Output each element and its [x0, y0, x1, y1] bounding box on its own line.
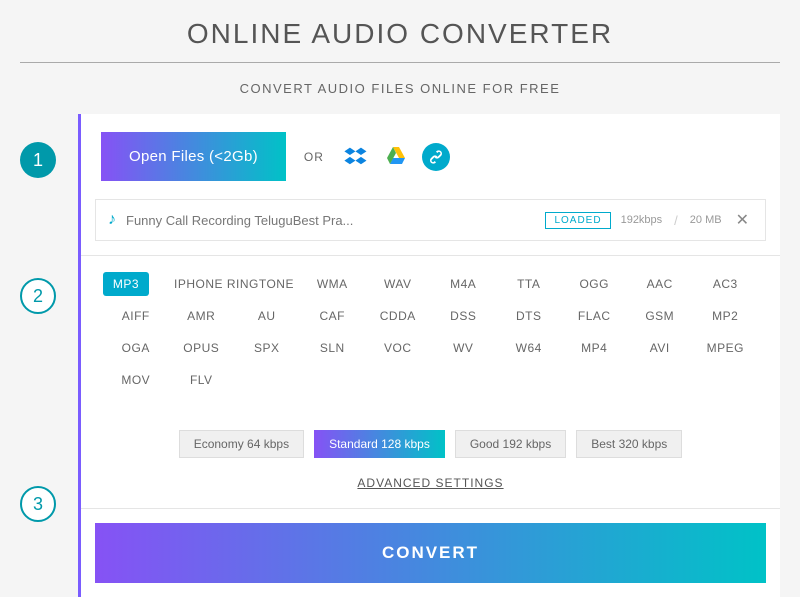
- step-2-section: MP3 IPHONE RINGTONEWMAWAVM4ATTAOGGAACAC3 A…: [81, 256, 780, 509]
- format-option[interactable]: FLAC: [562, 304, 628, 328]
- format-option[interactable]: SLN: [300, 336, 366, 360]
- remove-file-button[interactable]: ✕: [732, 210, 753, 230]
- convert-button[interactable]: CONVERT: [95, 523, 766, 583]
- step-numbers-column: 1 2 3: [20, 114, 68, 597]
- google-drive-icon[interactable]: [382, 143, 410, 171]
- step-3-section: CONVERT: [81, 509, 780, 597]
- advanced-settings-link[interactable]: ADVANCED SETTINGS: [103, 476, 758, 490]
- format-option[interactable]: OGA: [103, 336, 169, 360]
- file-size: 20 MB: [690, 214, 722, 226]
- step-1-section: Open Files (<2Gb) OR: [81, 114, 780, 256]
- step-3-badge: 3: [20, 486, 56, 522]
- format-option[interactable]: SPX: [234, 336, 300, 360]
- format-option[interactable]: DTS: [496, 304, 562, 328]
- uploaded-file-row: ♪ Funny Call Recording TeluguBest Pra...…: [95, 199, 766, 241]
- format-option[interactable]: WAV: [365, 272, 431, 296]
- url-link-icon[interactable]: [422, 143, 450, 171]
- dropbox-icon[interactable]: [342, 143, 370, 171]
- format-option[interactable]: MP4: [562, 336, 628, 360]
- format-option[interactable]: OPUS: [169, 336, 235, 360]
- format-option[interactable]: M4A: [430, 272, 496, 296]
- format-option[interactable]: VOC: [365, 336, 431, 360]
- step-2-badge: 2: [20, 278, 56, 314]
- quality-option[interactable]: Standard 128 kbps: [314, 430, 445, 458]
- file-bitrate: 192kbps: [621, 214, 663, 226]
- quality-row: Economy 64 kbps Standard 128 kbps Good 192…: [103, 430, 758, 458]
- cloud-source-icons: [342, 143, 450, 171]
- format-option[interactable]: WV: [431, 336, 497, 360]
- format-option[interactable]: CDDA: [365, 304, 431, 328]
- page-title: ONLINE AUDIO CONVERTER: [20, 0, 780, 63]
- quality-option[interactable]: Economy 64 kbps: [179, 430, 304, 458]
- format-option[interactable]: MP3: [103, 272, 149, 296]
- format-option[interactable]: AAC: [627, 272, 693, 296]
- format-option[interactable]: MP2: [693, 304, 759, 328]
- format-option[interactable]: W64: [496, 336, 562, 360]
- format-option[interactable]: OGG: [561, 272, 627, 296]
- step-1-badge: 1: [20, 142, 56, 178]
- format-option[interactable]: WMA: [299, 272, 365, 296]
- format-option[interactable]: TTA: [496, 272, 562, 296]
- format-option[interactable]: AC3: [692, 272, 758, 296]
- status-badge: LOADED: [545, 212, 610, 229]
- content-panel: Open Files (<2Gb) OR: [78, 114, 780, 597]
- open-files-button[interactable]: Open Files (<2Gb): [101, 132, 286, 181]
- format-option[interactable]: MPEG: [693, 336, 759, 360]
- format-option[interactable]: CAF: [300, 304, 366, 328]
- format-option[interactable]: GSM: [627, 304, 693, 328]
- format-option[interactable]: AVI: [627, 336, 693, 360]
- format-option[interactable]: MOV: [103, 368, 169, 392]
- format-option[interactable]: AIFF: [103, 304, 169, 328]
- or-text: OR: [304, 150, 324, 164]
- audio-file-icon: ♪: [108, 211, 116, 229]
- format-option[interactable]: AU: [234, 304, 300, 328]
- page-subtitle: CONVERT AUDIO FILES ONLINE FOR FREE: [20, 73, 780, 114]
- format-option[interactable]: FLV: [169, 368, 235, 392]
- format-option[interactable]: AMR: [169, 304, 235, 328]
- format-grid: MP3 IPHONE RINGTONEWMAWAVM4ATTAOGGAACAC3 A…: [103, 272, 758, 392]
- quality-option[interactable]: Best 320 kbps: [576, 430, 682, 458]
- quality-option[interactable]: Good 192 kbps: [455, 430, 566, 458]
- file-name: Funny Call Recording TeluguBest Pra...: [126, 213, 535, 228]
- format-option[interactable]: IPHONE RINGTONE: [168, 272, 299, 296]
- format-option[interactable]: DSS: [431, 304, 497, 328]
